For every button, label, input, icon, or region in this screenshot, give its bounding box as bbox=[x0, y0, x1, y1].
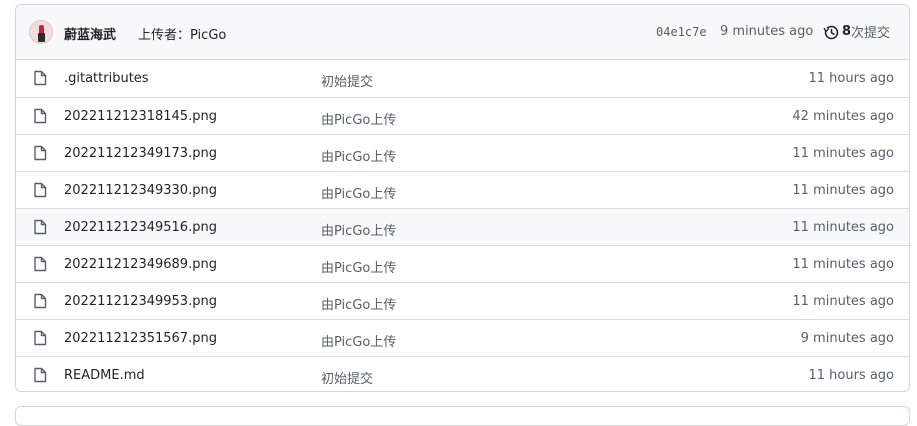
history-icon bbox=[823, 25, 839, 39]
file-name-link[interactable]: 202211212349953.png bbox=[64, 294, 217, 309]
file-icon bbox=[33, 219, 47, 239]
file-commit-time: 11 minutes ago bbox=[792, 257, 894, 272]
commit-count-label: 次提交 bbox=[851, 26, 891, 41]
file-row[interactable]: 202211212318145.png 由PicGo上传 42 minutes ag… bbox=[16, 97, 909, 134]
file-commit-message-link[interactable]: 初始提交 bbox=[321, 368, 373, 387]
file-name-link[interactable]: 202211212351567.png bbox=[64, 331, 217, 346]
file-row[interactable]: .gitattributes 初始提交 11 hours ago bbox=[16, 60, 909, 97]
file-commit-message-link[interactable]: 由PicGo上传 bbox=[321, 109, 396, 128]
file-commit-message-link[interactable]: 由PicGo上传 bbox=[321, 257, 396, 276]
file-icon bbox=[33, 145, 47, 165]
file-icon bbox=[33, 367, 47, 387]
file-commit-message-link[interactable]: 由PicGo上传 bbox=[321, 183, 396, 202]
avatar[interactable] bbox=[29, 20, 53, 44]
file-name-link[interactable]: .gitattributes bbox=[64, 71, 149, 86]
commit-message[interactable]: 上传者：PicGo bbox=[138, 24, 226, 43]
file-list-box: 蔚蓝海武 上传者：PicGo 04e1c7e 9 minutes ago 8 次… bbox=[15, 4, 910, 392]
commit-sha[interactable]: 04e1c7e bbox=[656, 25, 707, 39]
file-name-link[interactable]: 202211212349330.png bbox=[64, 183, 217, 198]
file-commit-message-link[interactable]: 由PicGo上传 bbox=[321, 220, 396, 239]
file-commit-time: 11 hours ago bbox=[808, 368, 894, 383]
file-icon bbox=[33, 293, 47, 313]
file-icon bbox=[33, 182, 47, 202]
commit-time: 9 minutes ago bbox=[720, 24, 814, 39]
file-row[interactable]: 202211212349330.png 由PicGo上传 11 minutes ag… bbox=[16, 171, 909, 208]
file-icon bbox=[33, 108, 47, 128]
file-row[interactable]: 202211212351567.png 由PicGo上传 9 minutes ago bbox=[16, 319, 909, 356]
file-commit-time: 11 minutes ago bbox=[792, 220, 894, 235]
file-name-link[interactable]: 202211212349173.png bbox=[64, 146, 217, 161]
file-commit-time: 11 hours ago bbox=[808, 71, 894, 86]
file-row[interactable]: 202211212349689.png 由PicGo上传 11 minutes ag… bbox=[16, 245, 909, 282]
file-commit-message-link[interactable]: 由PicGo上传 bbox=[321, 331, 396, 350]
file-name-link[interactable]: 202211212349689.png bbox=[64, 257, 217, 272]
file-commit-message-link[interactable]: 初始提交 bbox=[321, 71, 373, 90]
file-icon bbox=[33, 70, 47, 90]
file-commit-time: 11 minutes ago bbox=[792, 183, 894, 198]
file-commit-time: 11 minutes ago bbox=[792, 146, 894, 161]
commit-count: 8 bbox=[842, 24, 852, 39]
file-commit-time: 42 minutes ago bbox=[792, 109, 894, 124]
file-commit-time: 11 minutes ago bbox=[792, 294, 894, 309]
latest-commit-bar: 蔚蓝海武 上传者：PicGo 04e1c7e 9 minutes ago 8 次… bbox=[16, 5, 909, 60]
file-name-link[interactable]: README.md bbox=[64, 368, 145, 383]
commit-author[interactable]: 蔚蓝海武 bbox=[64, 24, 116, 43]
file-row[interactable]: README.md 初始提交 11 hours ago bbox=[16, 356, 909, 391]
file-icon bbox=[33, 256, 47, 276]
file-row[interactable]: 202211212349516.png 由PicGo上传 11 minutes ag… bbox=[16, 208, 909, 245]
commit-history-link[interactable]: 8 次提交 bbox=[823, 22, 890, 41]
file-name-link[interactable]: 202211212349516.png bbox=[64, 220, 217, 235]
readme-box bbox=[15, 406, 910, 426]
file-commit-message-link[interactable]: 由PicGo上传 bbox=[321, 146, 396, 165]
file-row[interactable]: 202211212349173.png 由PicGo上传 11 minutes ag… bbox=[16, 134, 909, 171]
file-icon bbox=[33, 330, 47, 350]
file-name-link[interactable]: 202211212318145.png bbox=[64, 109, 217, 124]
file-row[interactable]: 202211212349953.png 由PicGo上传 11 minutes ag… bbox=[16, 282, 909, 319]
file-commit-message-link[interactable]: 由PicGo上传 bbox=[321, 294, 396, 313]
file-commit-time: 9 minutes ago bbox=[800, 331, 894, 346]
